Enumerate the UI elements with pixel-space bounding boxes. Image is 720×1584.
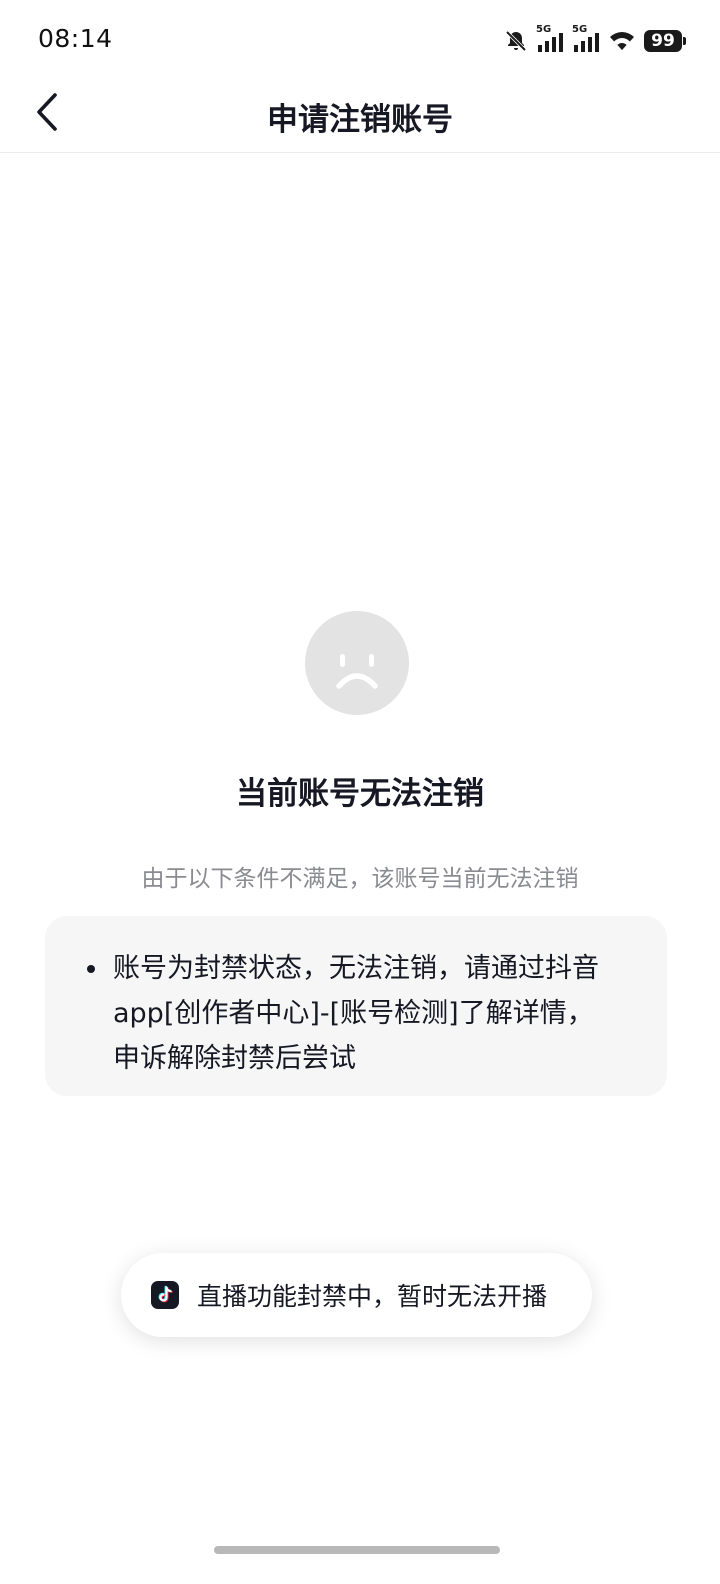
reason-card: 账号为封禁状态，无法注销，请通过抖音 app[创作者中心]-[账号检测]了解详情… (45, 916, 667, 1096)
status-bar: 08:14 5G 5G 99 (0, 0, 720, 80)
reason-line: app[创作者中心]-[账号检测]了解详情， (113, 998, 594, 1029)
signal-5g-icon: 5G (572, 24, 600, 54)
reason-line: 申诉解除封禁后尝试 (113, 1043, 356, 1074)
home-indicator[interactable] (214, 1546, 500, 1554)
result-subtitle: 由于以下条件不满足，该账号当前无法注销 (141, 866, 579, 892)
battery-icon: 99 (644, 30, 686, 52)
reason-line: 账号为封禁状态，无法注销，请通过抖音 (113, 953, 599, 984)
list-item: 账号为封禁状态，无法注销，请通过抖音 app[创作者中心]-[账号检测]了解详情… (87, 946, 631, 1081)
douyin-logo-icon (151, 1281, 179, 1309)
toast-text: 直播功能封禁中，暂时无法开播 (197, 1282, 548, 1311)
screen: 08:14 5G 5G 99 申请注销账号 当前账号无法注销 由于以下条件不满足… (0, 0, 720, 1584)
page-title: 申请注销账号 (267, 102, 453, 138)
sad-face-icon (305, 611, 409, 715)
wifi-icon (608, 29, 636, 53)
signal-5g-icon: 5G (536, 24, 564, 54)
toast: 直播功能封禁中，暂时无法开播 (121, 1253, 592, 1337)
status-time: 08:14 (38, 24, 113, 53)
nav-bar: 申请注销账号 (0, 80, 720, 153)
status-icons: 5G 5G 99 (504, 24, 686, 56)
bullet-icon (87, 965, 95, 973)
bell-muted-icon (504, 29, 528, 53)
result-title: 当前账号无法注销 (236, 776, 484, 812)
